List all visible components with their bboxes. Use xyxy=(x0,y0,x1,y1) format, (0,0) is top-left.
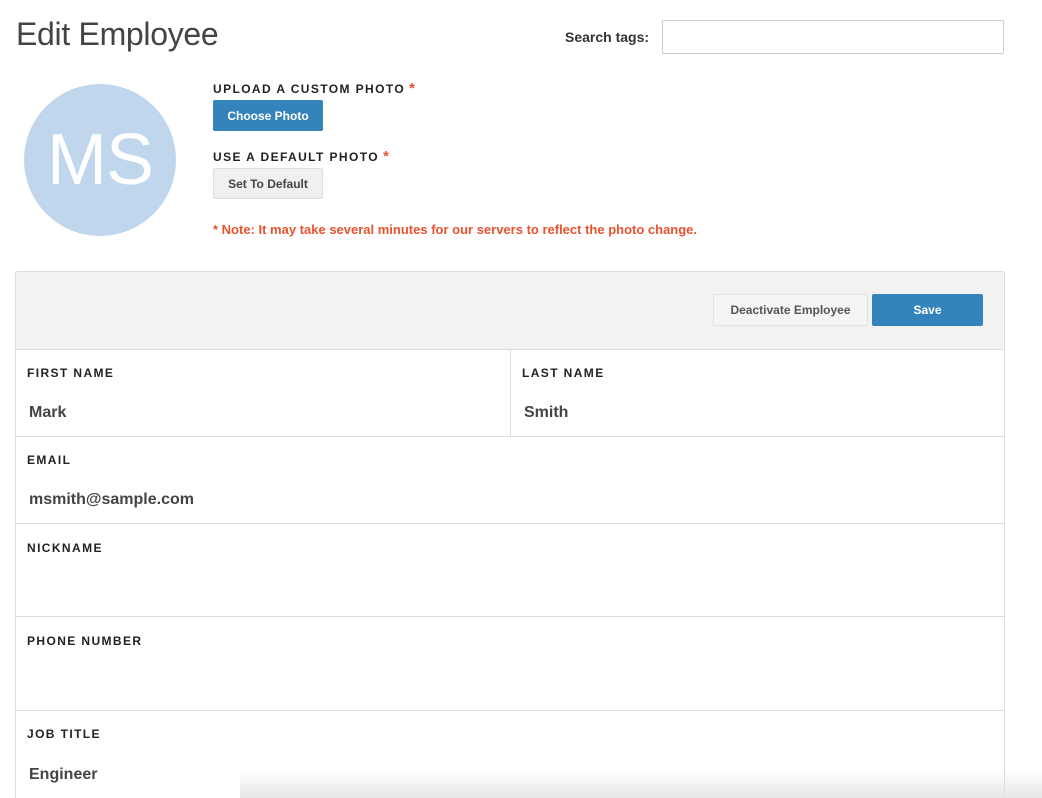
last-name-value[interactable]: Smith xyxy=(524,404,568,422)
upload-photo-label: UPLOAD A CUSTOM PHOTO * xyxy=(213,80,416,97)
phone-number-field[interactable]: PHONE NUMBER xyxy=(16,617,1004,711)
choose-photo-button[interactable]: Choose Photo xyxy=(213,100,323,131)
form-action-bar: Deactivate Employee Save xyxy=(16,272,1004,350)
set-to-default-button[interactable]: Set To Default xyxy=(213,168,323,199)
edit-employee-page: Edit Employee Search tags: MS UPLOAD A C… xyxy=(0,0,1042,798)
first-name-field[interactable]: FIRST NAME Mark xyxy=(16,349,511,437)
nickname-field[interactable]: NICKNAME xyxy=(16,524,1004,617)
search-tags-label: Search tags: xyxy=(565,29,650,45)
job-title-label: JOB TITLE xyxy=(27,727,101,741)
photo-change-note: * Note: It may take several minutes for … xyxy=(213,222,698,237)
last-name-label: LAST NAME xyxy=(522,366,605,380)
first-name-value[interactable]: Mark xyxy=(29,404,66,422)
required-marker: * xyxy=(409,80,417,97)
avatar-initials: MS xyxy=(47,120,154,200)
default-photo-label: USE A DEFAULT PHOTO * xyxy=(213,148,390,165)
page-title: Edit Employee xyxy=(16,16,219,52)
nickname-label: NICKNAME xyxy=(27,541,103,555)
first-name-label: FIRST NAME xyxy=(27,366,115,380)
email-value[interactable]: msmith@sample.com xyxy=(29,491,194,509)
default-photo-label-text: USE A DEFAULT PHOTO xyxy=(213,150,379,164)
employee-form-panel: Deactivate Employee Save FIRST NAME Mark… xyxy=(15,271,1005,798)
job-title-value[interactable]: Engineer xyxy=(29,766,97,784)
upload-photo-label-text: UPLOAD A CUSTOM PHOTO xyxy=(213,82,406,96)
job-title-field[interactable]: JOB TITLE Engineer xyxy=(16,711,1004,798)
avatar: MS xyxy=(24,84,176,236)
last-name-field[interactable]: LAST NAME Smith xyxy=(511,349,1004,437)
deactivate-employee-button[interactable]: Deactivate Employee xyxy=(713,294,868,326)
save-button[interactable]: Save xyxy=(872,294,983,326)
search-tags-input[interactable] xyxy=(662,20,1004,54)
phone-number-label: PHONE NUMBER xyxy=(27,634,143,648)
email-field[interactable]: EMAIL msmith@sample.com xyxy=(16,437,1004,524)
required-marker: * xyxy=(382,148,391,165)
email-label: EMAIL xyxy=(27,453,72,467)
